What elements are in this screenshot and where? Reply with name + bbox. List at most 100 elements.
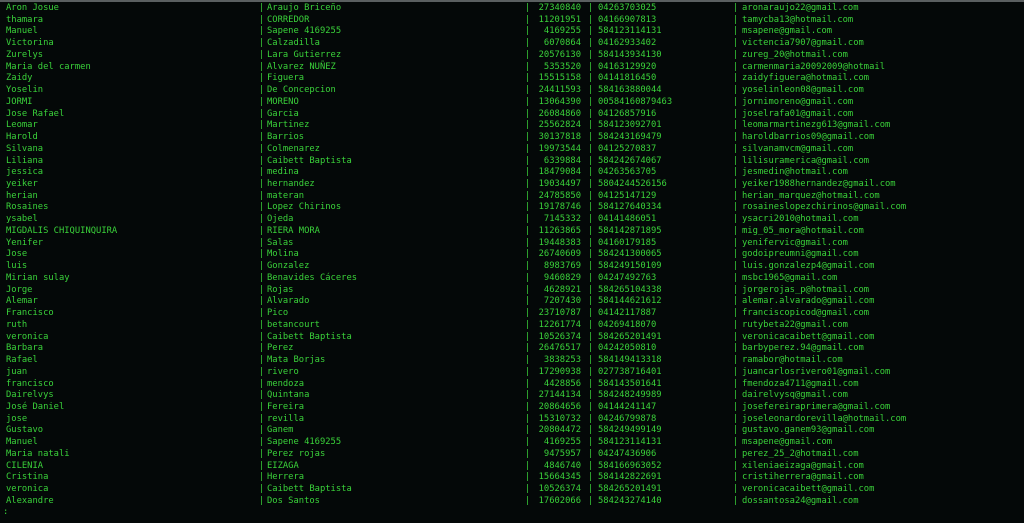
id-number-cell: 20864656 — [538, 401, 581, 412]
email-cell: veronicacaibett@gmail.com — [742, 331, 875, 342]
column-separator: | — [588, 319, 594, 330]
table-row: Zaidy | Figuera | 15515158 | 04141816450 | zaidy… — [0, 73, 1024, 85]
phone-cell: 584243274140 — [598, 495, 662, 506]
last-name-cell: Alvarado — [267, 296, 310, 307]
first-name-cell: JORMI — [6, 96, 33, 107]
column-separator: | — [525, 308, 531, 319]
table-row: Victorina | Calzadilla | 6070864 | 04162933402… — [0, 38, 1024, 50]
column-separator: | — [733, 390, 739, 401]
phone-cell: 584123114131 — [598, 437, 662, 448]
email-cell: msapene@gmail.com — [742, 437, 833, 448]
email-cell: veronicacaibett@gmail.com — [742, 484, 875, 495]
first-name-cell: Liliana — [6, 155, 44, 166]
first-name-cell: Jose Rafael — [6, 108, 65, 119]
column-separator: | — [525, 190, 531, 201]
column-separator: | — [259, 249, 265, 260]
email-cell: rosaineslopezchirinos@gmail.com — [742, 202, 907, 213]
first-name-cell: Cristina — [6, 472, 49, 483]
email-cell: silvanamvcm@gmail.com — [742, 143, 854, 154]
column-separator: | — [525, 261, 531, 272]
phone-cell: 04142117887 — [598, 308, 657, 319]
column-separator: | — [588, 448, 594, 459]
table-row: luis | Gonzalez | 8983769 | 584249150109 | luis.… — [0, 261, 1024, 273]
id-number-cell: 30137818 — [538, 132, 581, 143]
id-number-cell: 7207430 — [543, 296, 581, 307]
id-number-cell: 13064390 — [538, 96, 581, 107]
email-cell: perez_25_2@hotmail.com — [742, 448, 859, 459]
table-row: Aron Josue | Araujo Briceño | 27340840 | 04263… — [0, 3, 1024, 15]
phone-cell: 04125270837 — [598, 143, 657, 154]
table-row: Cristina | Herrera | 15664345 | 584142822691 | c… — [0, 472, 1024, 484]
column-separator: | — [525, 108, 531, 119]
column-separator: | — [733, 378, 739, 389]
column-separator: | — [259, 108, 265, 119]
column-separator: | — [588, 390, 594, 401]
column-separator: | — [733, 132, 739, 143]
email-cell: msbc1965@gmail.com — [742, 272, 838, 283]
table-row: ruth | betancourt | 12261774 | 04269418070 | rut… — [0, 320, 1024, 332]
table-row: yeiker | hernandez | 19034497 | 5804244526156 |… — [0, 179, 1024, 191]
column-separator: | — [733, 108, 739, 119]
column-separator: | — [259, 26, 265, 37]
table-row: veronica | Caibett Baptista | 10526374 | 58426… — [0, 484, 1024, 496]
last-name-cell: Lara Gutierrez — [267, 49, 342, 60]
id-number-cell: 4628921 — [543, 284, 581, 295]
column-separator: | — [525, 355, 531, 366]
column-separator: | — [588, 249, 594, 260]
pager-prompt[interactable]: : — [3, 507, 8, 519]
first-name-cell: francisco — [6, 378, 54, 389]
first-name-cell: juan — [6, 366, 28, 377]
column-separator: | — [733, 308, 739, 319]
id-number-cell: 12261774 — [538, 319, 581, 330]
last-name-cell: CORREDOR — [267, 14, 310, 25]
column-separator: | — [588, 355, 594, 366]
first-name-cell: Jorge — [6, 284, 33, 295]
email-cell: herian_marquez@hotmail.com — [742, 190, 880, 201]
phone-cell: 584249499149 — [598, 425, 662, 436]
last-name-cell: Quintana — [267, 390, 310, 401]
column-separator: | — [259, 401, 265, 412]
column-separator: | — [733, 331, 739, 342]
email-cell: lilisuramerica@gmail.com — [742, 155, 870, 166]
column-separator: | — [733, 343, 739, 354]
column-separator: | — [588, 437, 594, 448]
id-number-cell: 18479084 — [538, 167, 581, 178]
column-separator: | — [588, 308, 594, 319]
id-number-cell: 6070864 — [543, 38, 581, 49]
column-separator: | — [525, 225, 531, 236]
column-separator: | — [588, 190, 594, 201]
column-separator: | — [588, 26, 594, 37]
table-row: Yoselin | De Concepcion | 24411593 | 584163880… — [0, 85, 1024, 97]
last-name-cell: Garcia — [267, 108, 299, 119]
column-separator: | — [525, 155, 531, 166]
column-separator: | — [588, 167, 594, 178]
email-cell: yoselinleon08@gmail.com — [742, 85, 864, 96]
first-name-cell: Aron Josue — [6, 3, 59, 13]
id-number-cell: 3838253 — [543, 355, 581, 366]
column-separator: | — [525, 366, 531, 377]
column-separator: | — [733, 26, 739, 37]
phone-cell: 584123114131 — [598, 26, 662, 37]
last-name-cell: materan — [267, 190, 305, 201]
first-name-cell: jessica — [6, 167, 44, 178]
email-cell: carmenmaria20092009@hotmail — [742, 61, 885, 72]
email-cell: luis.gonzalezp4@gmail.com — [742, 261, 875, 272]
column-separator: | — [588, 132, 594, 143]
column-separator: | — [588, 296, 594, 307]
phone-cell: 04141486051 — [598, 214, 657, 225]
column-separator: | — [525, 401, 531, 412]
first-name-cell: Gustavo — [6, 425, 44, 436]
column-separator: | — [733, 96, 739, 107]
column-separator: | — [588, 225, 594, 236]
id-number-cell: 20804472 — [538, 425, 581, 436]
table-row: Yenifer | Salas | 19448383 | 04160179185 | yenif… — [0, 238, 1024, 250]
column-separator: | — [733, 296, 739, 307]
first-name-cell: Dairelvys — [6, 390, 54, 401]
first-name-cell: ruth — [6, 319, 28, 330]
column-separator: | — [259, 167, 265, 178]
column-separator: | — [525, 132, 531, 143]
column-separator: | — [588, 202, 594, 213]
last-name-cell: RIERA MORA — [267, 225, 320, 236]
column-separator: | — [733, 61, 739, 72]
column-separator: | — [588, 425, 594, 436]
